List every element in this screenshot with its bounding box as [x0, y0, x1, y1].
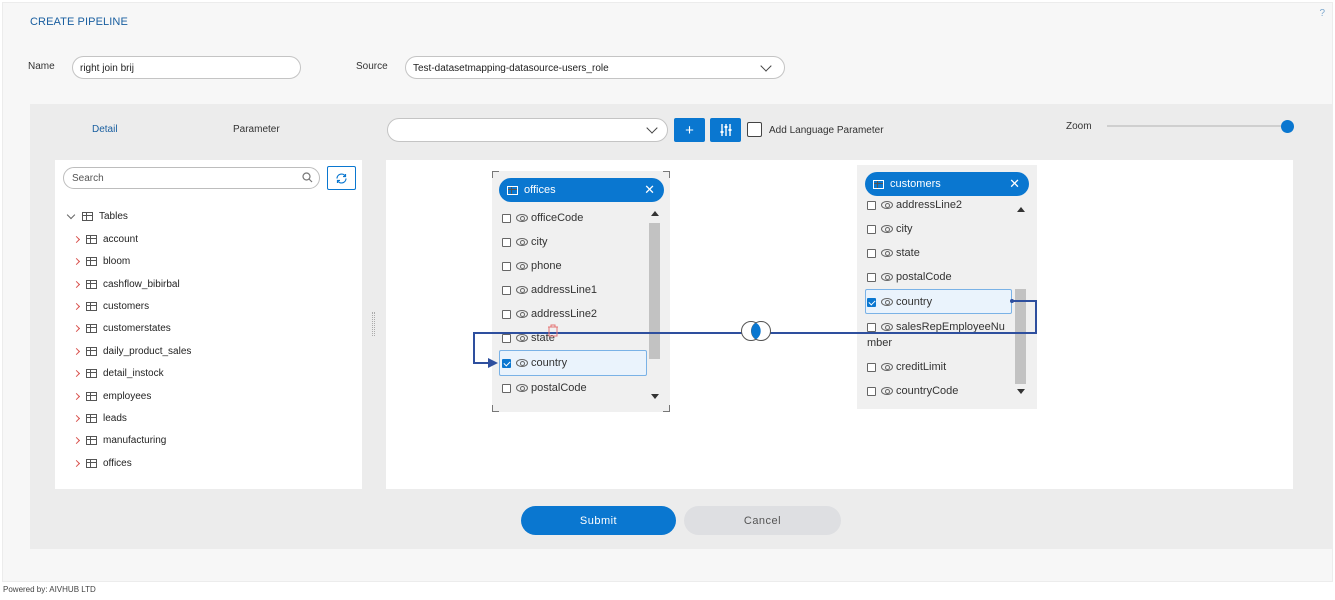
splitter-handle[interactable]: [372, 312, 375, 336]
sidebar-item-label: customerstates: [103, 322, 171, 334]
add-language-parameter-checkbox[interactable]: [747, 122, 762, 137]
sidebar-item-detail-instock[interactable]: detail_instock: [55, 364, 164, 382]
chevron-down-icon: [646, 122, 658, 134]
pipeline-panel: Detail Parameter + Add Language Paramete…: [30, 104, 1332, 549]
name-input[interactable]: right join brij: [72, 56, 301, 79]
chevron-right-icon: [72, 257, 81, 265]
table-icon: [86, 256, 97, 266]
tables-group[interactable]: Tables: [55, 207, 128, 225]
settings-button[interactable]: [710, 118, 741, 142]
join-canvas: offices ✕ officeCode city phone addressL…: [386, 160, 1293, 489]
table-icon: [86, 458, 97, 468]
sidebar-item-label: offices: [103, 457, 132, 469]
sidebar-item-account[interactable]: account: [55, 230, 138, 248]
chevron-right-icon: [72, 324, 81, 332]
sidebar-item-label: detail_instock: [103, 367, 164, 379]
delete-icon[interactable]: [547, 324, 559, 337]
tables-label: Tables: [99, 210, 128, 222]
search-input[interactable]: Search: [63, 167, 320, 189]
join-connector[interactable]: [386, 160, 1293, 489]
sidebar-item-label: daily_product_sales: [103, 345, 192, 357]
submit-button[interactable]: Submit: [521, 506, 676, 535]
zoom-label: Zoom: [1066, 121, 1092, 132]
chevron-down-icon: [760, 60, 772, 72]
chevron-right-icon: [72, 392, 81, 400]
tab-detail[interactable]: Detail: [92, 124, 118, 135]
sidebar-item-label: bloom: [103, 255, 131, 267]
table-browser: Search Tables account bloom cashflow_bib…: [55, 160, 362, 489]
sidebar-item-label: employees: [103, 390, 152, 402]
sidebar-item-label: manufacturing: [103, 434, 167, 446]
sidebar-item-label: leads: [103, 412, 127, 424]
sidebar-item-label: account: [103, 233, 139, 245]
table-icon: [86, 368, 97, 378]
sliders-icon: [720, 124, 731, 136]
name-label: Name: [28, 61, 55, 72]
refresh-icon: [336, 172, 347, 184]
sidebar-item-daily-product-sales[interactable]: daily_product_sales: [55, 342, 191, 360]
add-button[interactable]: +: [674, 118, 705, 142]
table-icon: [86, 234, 97, 244]
refresh-button[interactable]: [327, 166, 356, 190]
chevron-right-icon: [72, 459, 81, 467]
add-language-parameter-label: Add Language Parameter: [769, 125, 884, 136]
sidebar-item-bloom[interactable]: bloom: [55, 252, 130, 270]
chevron-right-icon: [72, 302, 81, 310]
table-icon: [86, 346, 97, 356]
chevron-right-icon: [72, 414, 81, 422]
source-select[interactable]: Test-datasetmapping-datasource-users_rol…: [405, 56, 785, 79]
chevron-right-icon: [72, 369, 81, 377]
sidebar-item-leads[interactable]: leads: [55, 409, 127, 427]
help-icon[interactable]: ?: [1319, 8, 1325, 19]
table-icon: [86, 279, 97, 289]
source-value: Test-datasetmapping-datasource-users_rol…: [413, 63, 609, 74]
sidebar-item-customerstates[interactable]: customerstates: [55, 319, 171, 337]
table-icon: [86, 413, 97, 423]
cancel-button[interactable]: Cancel: [684, 506, 841, 535]
chevron-right-icon: [72, 280, 81, 288]
table-icon: [82, 211, 93, 221]
sidebar-item-label: customers: [103, 300, 150, 312]
zoom-slider-thumb[interactable]: [1281, 120, 1294, 133]
chevron-down-icon: [66, 210, 76, 219]
sidebar-item-employees[interactable]: employees: [55, 387, 151, 405]
source-label: Source: [356, 61, 388, 72]
table-icon: [86, 435, 97, 445]
right-join-icon[interactable]: [740, 320, 772, 342]
tab-parameter[interactable]: Parameter: [233, 124, 280, 135]
table-icon: [86, 323, 97, 333]
search-icon: [302, 172, 313, 183]
sidebar-item-label: cashflow_bibirbal: [103, 278, 180, 290]
sidebar-item-cashflow[interactable]: cashflow_bibirbal: [55, 275, 180, 293]
page-title: CREATE PIPELINE: [30, 16, 128, 28]
sidebar-item-manufacturing[interactable]: manufacturing: [55, 431, 166, 449]
table-icon: [86, 301, 97, 311]
page: CREATE PIPELINE ? Name right join brij S…: [2, 2, 1333, 582]
sidebar-item-customers[interactable]: customers: [55, 297, 149, 315]
chevron-right-icon: [72, 436, 81, 444]
join-type-select[interactable]: [387, 118, 668, 142]
chevron-right-icon: [72, 235, 81, 243]
zoom-slider-track[interactable]: [1107, 125, 1288, 127]
sidebar-item-offices[interactable]: offices: [55, 454, 132, 472]
chevron-right-icon: [72, 347, 81, 355]
table-icon: [86, 391, 97, 401]
powered-by: Powered by: AIVHUB LTD: [3, 585, 96, 594]
